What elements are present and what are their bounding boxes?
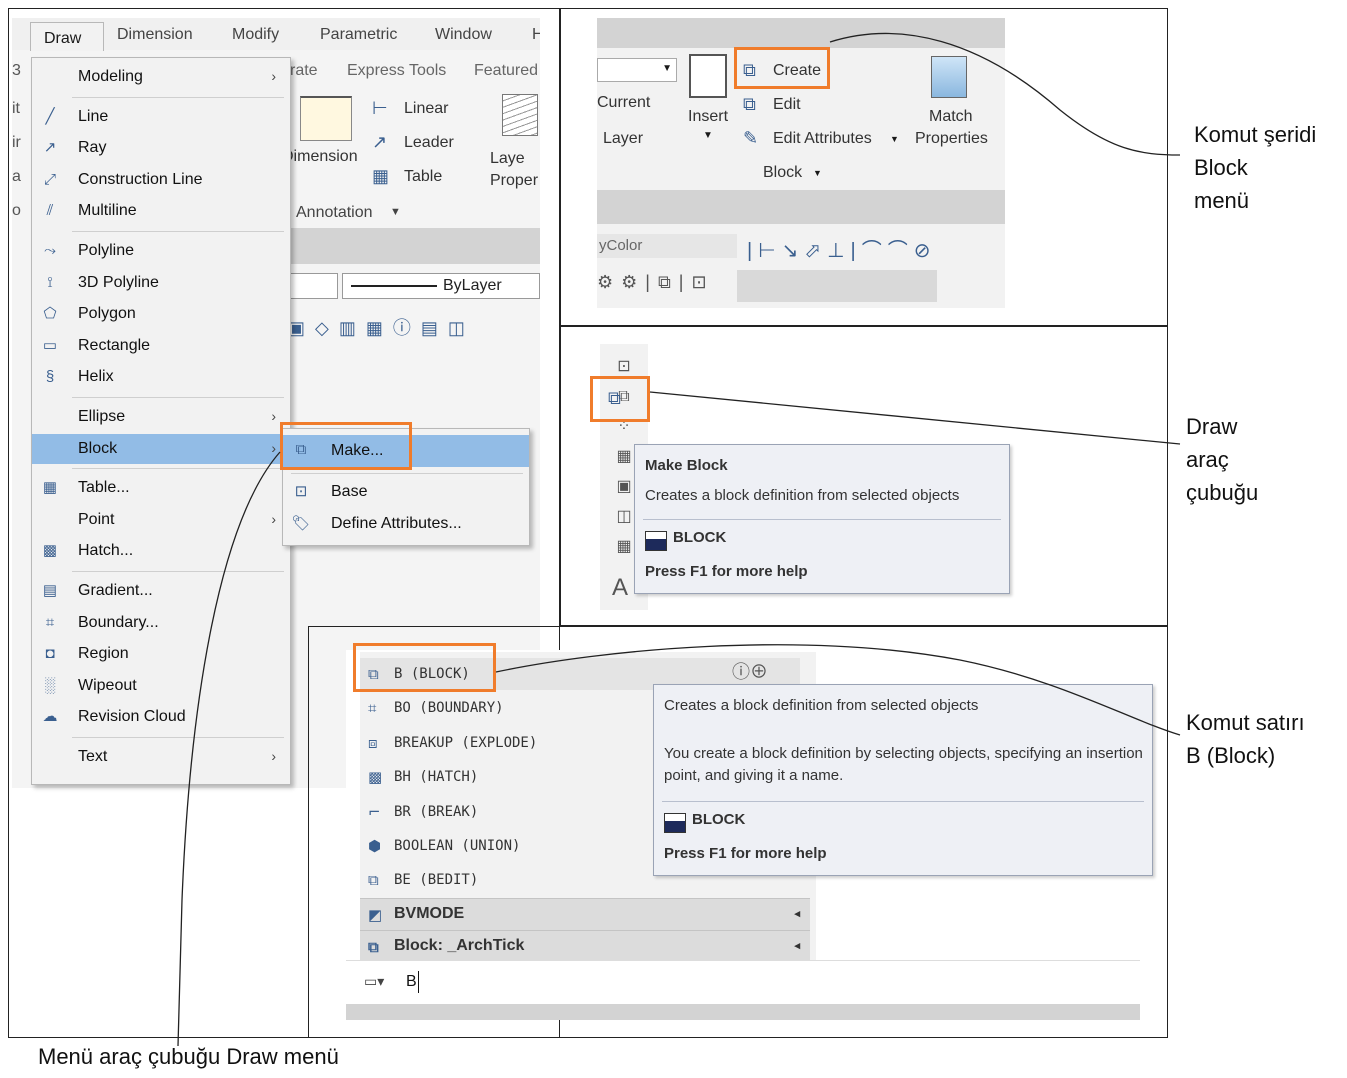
toolbar-connector: [649, 391, 1181, 445]
menubar-connector: [177, 451, 281, 1047]
cmdline-connector: [495, 644, 1181, 736]
connector-lines: [177, 32, 1181, 1047]
ribbon-connector: [829, 32, 1181, 156]
